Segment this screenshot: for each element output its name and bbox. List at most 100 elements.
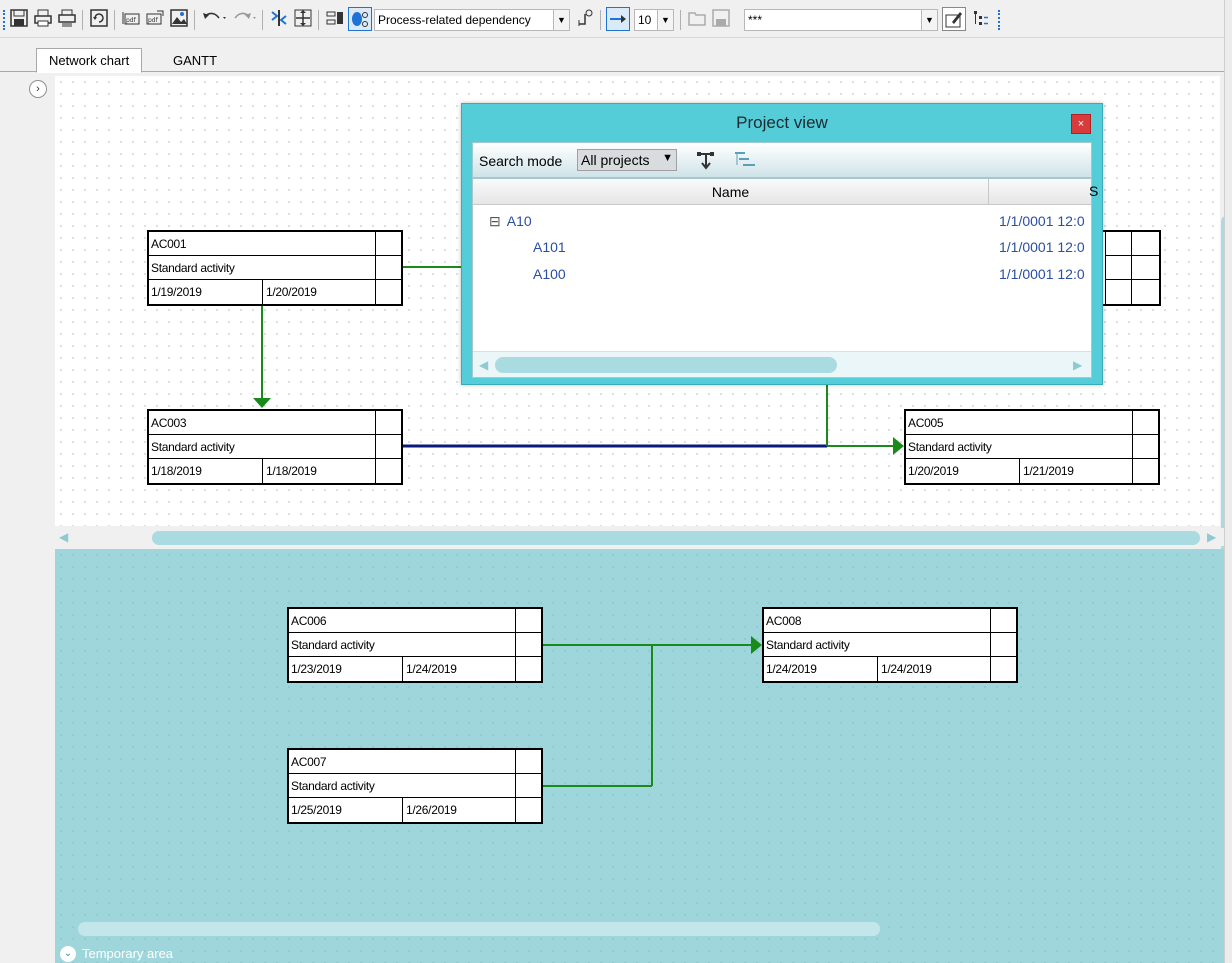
export-icon[interactable]: pdf xyxy=(144,7,166,29)
link-icon[interactable] xyxy=(574,7,596,29)
project-name: A101 xyxy=(533,239,566,255)
save-icon[interactable] xyxy=(8,7,30,29)
toolbar-grip[interactable] xyxy=(998,10,1001,30)
temporary-area-scroll-thumb[interactable] xyxy=(78,922,880,936)
temporary-area-scrollbar[interactable] xyxy=(60,918,1220,940)
activity-id: AC008 xyxy=(764,609,990,633)
activity-start: 1/20/2019 xyxy=(908,459,1020,483)
activity-dates: 1/24/2019 1/24/2019 xyxy=(764,657,990,681)
activity-start: 1/18/2019 xyxy=(151,459,263,483)
activity-type: Standard activity xyxy=(764,633,990,657)
collapse-icon[interactable] xyxy=(268,7,290,29)
activity-start: 1/25/2019 xyxy=(291,798,403,822)
activity-dates: 1/20/2019 1/21/2019 xyxy=(906,459,1132,483)
chevron-down-icon: ▼ xyxy=(921,10,937,30)
grid-scroll-thumb[interactable] xyxy=(495,357,837,373)
activity-start: 1/19/2019 xyxy=(151,280,263,304)
import-icon[interactable]: pdf xyxy=(120,7,142,29)
app-window: pdf pdf Process-related dependency ▼ 10 … xyxy=(0,0,1232,963)
scroll-left-icon[interactable]: ◀ xyxy=(479,358,488,372)
search-mode-label: Search mode xyxy=(479,153,563,169)
activity-node[interactable]: AC007 Standard activity 1/25/2019 1/26/2… xyxy=(287,748,543,824)
toolbar: pdf pdf Process-related dependency ▼ 10 … xyxy=(0,0,1232,38)
dependency-mode-icon[interactable] xyxy=(348,7,372,31)
scroll-left-icon[interactable]: ◀ xyxy=(59,530,68,544)
collapse-icon[interactable]: ⊟ xyxy=(489,213,501,230)
temporary-area-label: Temporary area xyxy=(82,946,174,961)
svg-text:pdf: pdf xyxy=(148,17,159,24)
activity-id: AC006 xyxy=(289,609,515,633)
grid-horizontal-scrollbar[interactable]: ◀ ▶ xyxy=(473,351,1091,377)
image-icon[interactable] xyxy=(168,7,190,29)
refresh-icon[interactable] xyxy=(88,7,110,29)
chevron-down-icon: ⌄ xyxy=(60,945,76,962)
chevron-down-icon: ▼ xyxy=(657,10,673,30)
close-button[interactable]: × xyxy=(1071,114,1091,134)
project-start: 1/1/0001 12:0 xyxy=(999,213,1085,229)
activity-dates: 1/25/2019 1/26/2019 xyxy=(289,798,515,822)
temporary-area-canvas[interactable]: AC006 Standard activity 1/23/2019 1/24/2… xyxy=(55,549,1232,963)
project-grid: Name S ⊟ A10 1/1/0001 12:0 A101 1/1/0001… xyxy=(472,178,1098,378)
project-view-dialog: Project view × Search mode All projects … xyxy=(461,103,1103,385)
tree-icon[interactable] xyxy=(970,7,992,29)
search-mode-select[interactable]: All projects ▼ xyxy=(577,149,677,171)
layout-icon[interactable] xyxy=(324,7,346,29)
filter-select[interactable]: *** ▼ xyxy=(744,9,938,31)
activity-dates: 1/23/2019 1/24/2019 xyxy=(289,657,515,681)
tree-row[interactable]: A100 xyxy=(533,261,566,287)
activity-start: 1/23/2019 xyxy=(291,657,403,681)
redo-icon[interactable] xyxy=(230,7,260,29)
project-name: A10 xyxy=(506,213,532,229)
temporary-area-toggle[interactable]: ⌄ Temporary area xyxy=(60,944,173,963)
project-name: A100 xyxy=(533,266,566,282)
chevron-right-icon: › xyxy=(36,83,40,95)
activity-id: AC001 xyxy=(149,232,375,256)
project-start: 1/1/0001 12:0 xyxy=(999,266,1085,282)
activity-start: 1/24/2019 xyxy=(766,657,878,681)
tab-gantt[interactable]: GANTT xyxy=(161,48,229,72)
save-layout-icon[interactable] xyxy=(710,7,732,29)
edit-icon[interactable] xyxy=(942,7,966,31)
activity-end: 1/18/2019 xyxy=(266,464,317,478)
column-name[interactable]: Name xyxy=(473,179,989,205)
activity-node[interactable]: AC005 Standard activity 1/20/2019 1/21/2… xyxy=(904,409,1160,485)
open-icon[interactable] xyxy=(686,7,708,29)
undo-icon[interactable] xyxy=(200,7,230,29)
level-select[interactable]: 10 ▼ xyxy=(634,9,674,31)
activity-end: 1/24/2019 xyxy=(406,662,457,676)
activity-dates: 1/19/2019 1/20/2019 xyxy=(149,280,375,304)
project-start: 1/1/0001 12:0 xyxy=(999,239,1085,255)
tab-network-chart[interactable]: Network chart xyxy=(36,48,143,73)
activity-node[interactable]: AC003 Standard activity 1/18/2019 1/18/2… xyxy=(147,409,403,485)
horizontal-scroll-thumb[interactable] xyxy=(152,531,1200,545)
window-edge xyxy=(1224,0,1232,963)
activity-type: Standard activity xyxy=(149,435,375,459)
filter-icon[interactable] xyxy=(695,149,717,174)
horizontal-scrollbar[interactable]: ◀ ▶ xyxy=(55,528,1225,546)
print-icon[interactable] xyxy=(32,7,54,29)
tree-row[interactable]: ⊟ A10 xyxy=(489,208,532,234)
activity-node[interactable]: AC006 Standard activity 1/23/2019 1/24/2… xyxy=(287,607,543,683)
scroll-right-icon[interactable]: ▶ xyxy=(1207,530,1216,544)
svg-text:pdf: pdf xyxy=(126,17,137,24)
print-preview-icon[interactable] xyxy=(56,7,78,29)
expand-icon[interactable] xyxy=(292,7,314,29)
activity-node[interactable]: AC008 Standard activity 1/24/2019 1/24/2… xyxy=(762,607,1018,683)
toolbar-grip[interactable] xyxy=(3,10,6,30)
arrow-icon[interactable] xyxy=(606,7,630,31)
search-mode-value: All projects xyxy=(581,152,650,168)
filter-select-value: *** xyxy=(748,13,763,27)
activity-type: Standard activity xyxy=(289,774,515,798)
activity-end: 1/24/2019 xyxy=(881,662,932,676)
activity-node[interactable]: AC001 Standard activity 1/19/2019 1/20/2… xyxy=(147,230,403,306)
activity-type: Standard activity xyxy=(289,633,515,657)
expand-panel-button[interactable]: › xyxy=(29,80,47,98)
dependency-select[interactable]: Process-related dependency ▼ xyxy=(374,9,570,31)
tree-row[interactable]: A101 xyxy=(533,234,566,260)
dialog-title: Project view xyxy=(736,113,828,132)
scroll-right-icon[interactable]: ▶ xyxy=(1073,358,1082,372)
hierarchy-icon[interactable] xyxy=(733,149,759,174)
view-tabs: Network chart GANTT xyxy=(0,44,1232,73)
column-start[interactable]: S xyxy=(1089,183,1098,199)
chevron-down-icon: ▼ xyxy=(662,152,673,164)
